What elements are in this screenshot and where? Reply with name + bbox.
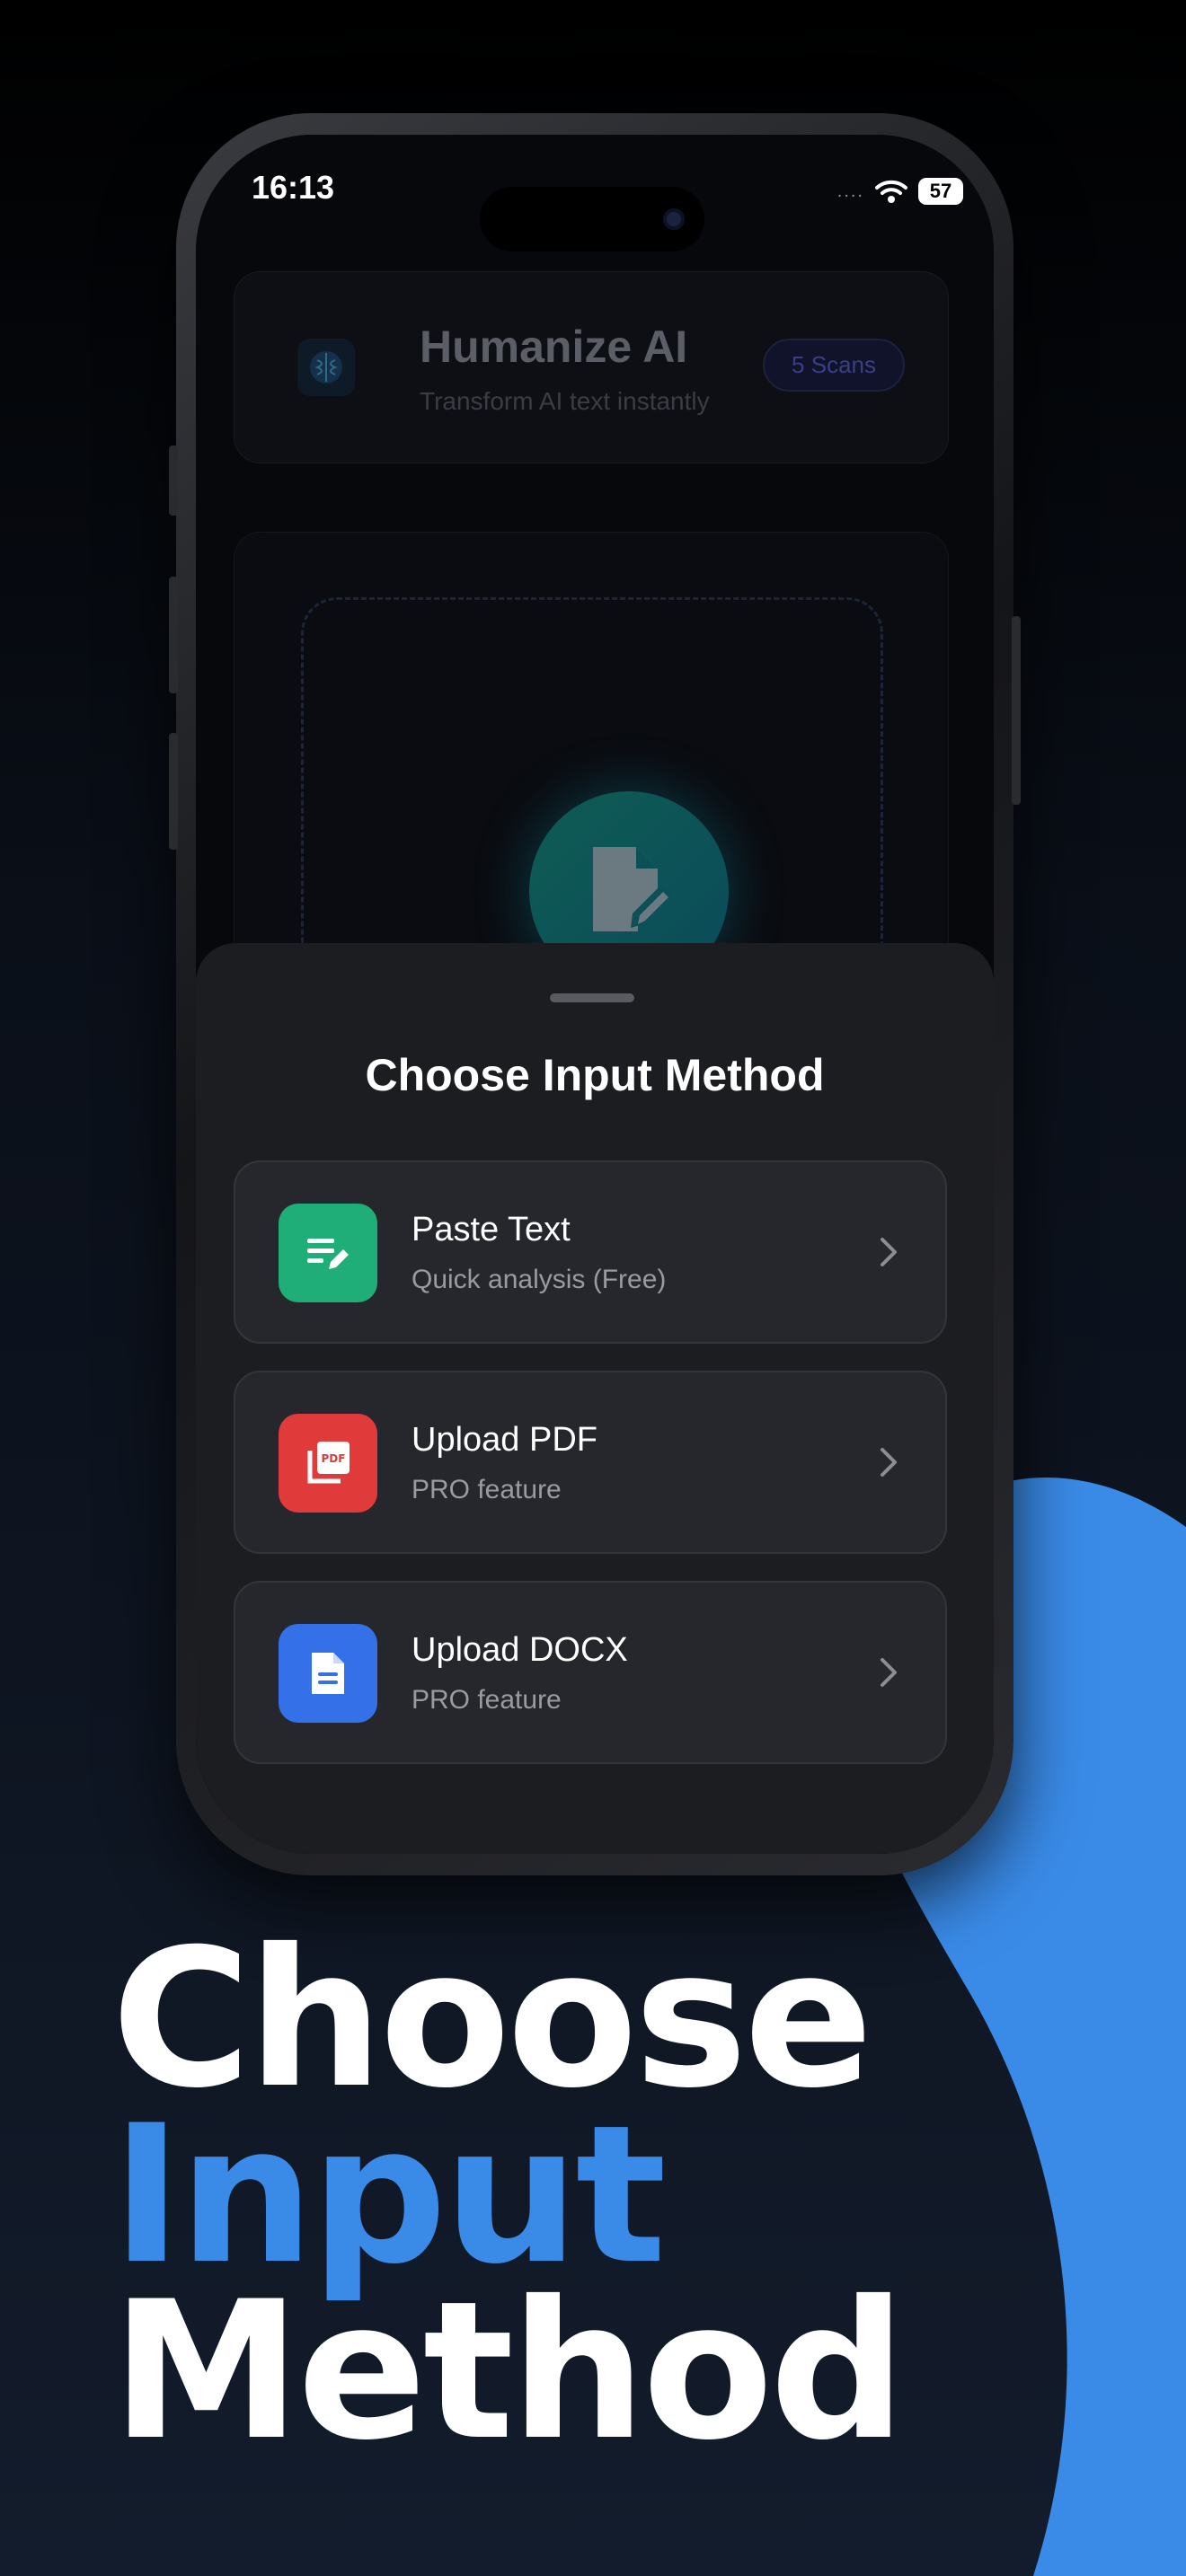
chevron-right-icon xyxy=(881,1238,897,1266)
phone-screen: 16:13 .... 57 Humanize AI Transform AI t… xyxy=(196,135,994,1854)
app-header-card: Humanize AI Transform AI text instantly … xyxy=(234,271,949,463)
status-time: 16:13 xyxy=(252,169,335,206)
option-title: Upload PDF xyxy=(412,1421,597,1459)
volume-down-button xyxy=(169,733,178,850)
docx-icon xyxy=(279,1624,377,1723)
volume-up-button xyxy=(169,577,178,693)
sheet-title: Choose Input Method xyxy=(365,1050,825,1100)
marketing-headline: Choose Input Method xyxy=(111,1908,906,2482)
action-button xyxy=(169,446,178,516)
power-button xyxy=(1012,616,1021,805)
chevron-right-icon xyxy=(881,1658,897,1687)
status-indicators: .... 57 xyxy=(837,178,963,205)
signal-icon: .... xyxy=(836,181,864,201)
upload-pdf-option[interactable]: PDF Upload PDF PRO feature xyxy=(234,1371,947,1554)
chevron-right-icon xyxy=(881,1448,897,1477)
option-subtitle: PRO feature xyxy=(412,1685,562,1715)
headline-line-2: Input xyxy=(111,2084,667,2306)
option-title: Upload DOCX xyxy=(412,1631,628,1669)
upload-docx-option[interactable]: Upload DOCX PRO feature xyxy=(234,1581,947,1764)
status-bar: 16:13 .... 57 xyxy=(196,162,994,251)
wifi-icon xyxy=(875,180,907,203)
camera-icon xyxy=(663,208,685,230)
headline-line-1: Choose xyxy=(111,1908,873,2130)
app-title: Humanize AI xyxy=(420,322,688,372)
phone-frame: 16:13 .... 57 Humanize AI Transform AI t… xyxy=(169,113,1021,1875)
input-method-sheet: Choose Input Method Paste Text Quick ana… xyxy=(196,943,994,1854)
pdf-icon: PDF xyxy=(279,1414,377,1513)
sheet-grabber[interactable] xyxy=(550,993,634,1002)
battery-indicator: 57 xyxy=(918,178,963,205)
paste-text-icon xyxy=(279,1204,377,1302)
paste-text-option[interactable]: Paste Text Quick analysis (Free) xyxy=(234,1160,947,1344)
brain-logo-icon xyxy=(297,339,355,396)
app-subtitle: Transform AI text instantly xyxy=(420,387,710,415)
scans-badge[interactable]: 5 Scans xyxy=(763,339,905,392)
option-title: Paste Text xyxy=(412,1211,571,1248)
headline-line-3: Method xyxy=(111,2260,906,2482)
svg-text:PDF: PDF xyxy=(322,1452,346,1465)
option-subtitle: Quick analysis (Free) xyxy=(412,1265,667,1294)
option-subtitle: PRO feature xyxy=(412,1475,562,1504)
dynamic-island xyxy=(480,187,704,251)
